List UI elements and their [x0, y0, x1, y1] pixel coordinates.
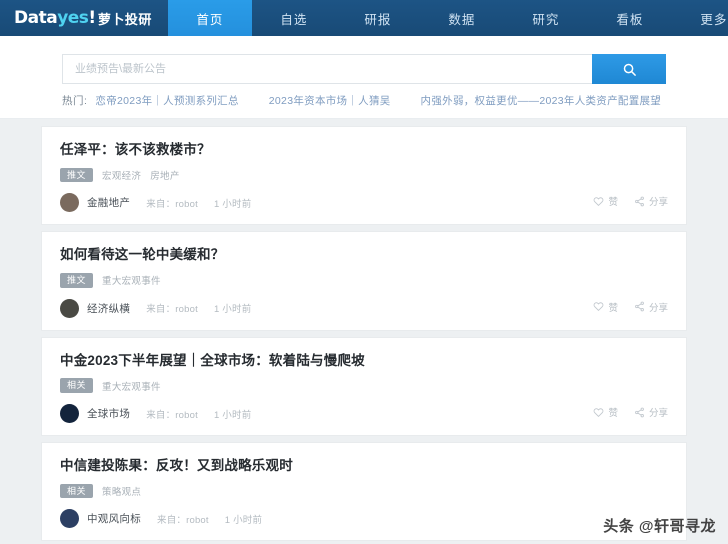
search-input-wrapper[interactable]: [62, 54, 592, 84]
article-timestamp: 1 小时前: [213, 409, 252, 421]
logo-text-data: Data: [14, 8, 58, 28]
nav-item-research[interactable]: 研究: [504, 0, 588, 36]
article-tag-row: 推文 重大宏观事件: [60, 272, 668, 288]
search-panel: 热门: 恋帝2023年｜人预测系列汇总 2023年资本市场｜人猜吴 内强外弱，权…: [0, 36, 728, 119]
share-label: 分享: [648, 197, 668, 209]
article-title[interactable]: 中金2023下半年展望｜全球市场：软着陆与慢爬坡: [60, 352, 668, 370]
hot-search-link-1[interactable]: 恋帝2023年｜人预测系列汇总: [95, 93, 238, 108]
article-source: 来自：robot: [146, 198, 198, 210]
article-actions: 赞 分享: [593, 194, 668, 208]
article-author[interactable]: 经济纵横: [87, 301, 130, 316]
article-meta-row: 经济纵横 来自：robot 1 小时前 赞 分享: [60, 298, 668, 318]
avatar[interactable]: [60, 404, 79, 424]
article-tag[interactable]: 房地产: [150, 168, 179, 182]
top-navigation-bar: Data yes! 萝卜投研 首页 自选 研报 数据 研究 看板 更多: [0, 0, 728, 36]
avatar[interactable]: [60, 298, 79, 318]
nav-item-label: 更多: [700, 12, 728, 27]
article-author[interactable]: 中观风向标: [87, 511, 141, 526]
article-actions: 赞 分享: [593, 405, 668, 419]
logo-text-exclamation: !: [88, 8, 96, 28]
article-source: 来自：robot: [146, 409, 198, 421]
share-label: 分享: [648, 408, 668, 420]
article-timestamp: 1 小时前: [213, 198, 252, 210]
like-label: 赞: [608, 408, 618, 420]
like-button[interactable]: 赞: [593, 405, 618, 419]
nav-item-dashboard[interactable]: 看板: [588, 0, 672, 36]
nav-item-label: 看板: [616, 12, 644, 27]
article-source: 来自：robot: [157, 514, 209, 526]
logo-text-yes: yes: [57, 8, 89, 28]
article-tag[interactable]: 重大宏观事件: [102, 273, 161, 287]
article-actions: 赞 分享: [593, 300, 668, 314]
article-type-badge: 推文: [60, 272, 94, 288]
search-button[interactable]: [592, 54, 666, 84]
nav-item-label: 研报: [364, 12, 392, 27]
nav-item-label: 研究: [532, 12, 560, 27]
hot-search-link-3[interactable]: 内强外弱，权益更优——2023年人类资产配置展望: [421, 93, 662, 108]
article-tag-row: 相关 重大宏观事件: [60, 378, 668, 394]
article-tag[interactable]: 宏观经济: [102, 168, 141, 182]
article-card[interactable]: 中信建投陈果：反攻！又到战略乐观时 相关 策略观点 中观风向标 来自：robot…: [42, 443, 686, 541]
logo-text-chinese: 萝卜投研: [97, 11, 152, 27]
article-title[interactable]: 中信建投陈果：反攻！又到战略乐观时: [60, 457, 668, 475]
article-card[interactable]: 中金2023下半年展望｜全球市场：软着陆与慢爬坡 相关 重大宏观事件 全球市场 …: [42, 337, 686, 436]
nav-item-data[interactable]: 数据: [420, 0, 504, 36]
search-input[interactable]: [73, 62, 592, 76]
nav-item-reports[interactable]: 研报: [336, 0, 420, 36]
like-label: 赞: [608, 197, 618, 209]
nav-item-more[interactable]: 更多: [672, 0, 728, 36]
nav-item-label: 首页: [196, 12, 224, 27]
hot-search-label: 热门:: [62, 95, 88, 107]
article-meta-row: 金融地产 来自：robot 1 小时前 赞 分享: [60, 193, 668, 213]
site-logo[interactable]: Data yes! 萝卜投研: [0, 0, 162, 36]
article-meta-row: 中观风向标 来自：robot 1 小时前: [60, 509, 668, 529]
share-label: 分享: [648, 302, 668, 314]
search-row: [62, 54, 666, 84]
hot-search-row: 热门: 恋帝2023年｜人预测系列汇总 2023年资本市场｜人猜吴 内强外弱，权…: [62, 93, 666, 108]
nav-item-watchlist[interactable]: 自选: [252, 0, 336, 36]
article-tag-row: 推文 宏观经济 房地产: [60, 167, 668, 183]
nav-item-label: 自选: [280, 12, 308, 27]
search-icon: [622, 62, 637, 77]
article-author[interactable]: 全球市场: [87, 406, 130, 421]
article-timestamp: 1 小时前: [224, 514, 263, 526]
app-root: Data yes! 萝卜投研 首页 自选 研报 数据 研究 看板 更多 业绩预告…: [0, 0, 728, 544]
share-icon: [634, 301, 645, 312]
article-title[interactable]: 任泽平：该不该救楼市？: [60, 141, 668, 159]
share-icon: [634, 196, 645, 207]
article-type-badge: 相关: [60, 483, 94, 499]
heart-icon: [593, 301, 604, 312]
heart-icon: [593, 196, 604, 207]
article-tag-row: 相关 策略观点: [60, 483, 668, 499]
like-button[interactable]: 赞: [593, 194, 618, 208]
article-card[interactable]: 任泽平：该不该救楼市？ 推文 宏观经济 房地产 金融地产 来自：robot 1 …: [42, 127, 686, 225]
hot-search-link-2[interactable]: 2023年资本市场｜人猜吴: [269, 93, 391, 108]
article-tag[interactable]: 策略观点: [102, 484, 141, 498]
share-button[interactable]: 分享: [634, 194, 668, 208]
article-card[interactable]: 如何看待这一轮中美缓和？ 推文 重大宏观事件 经济纵横 来自：robot 1 小…: [42, 232, 686, 330]
like-button[interactable]: 赞: [593, 300, 618, 314]
share-button[interactable]: 分享: [634, 300, 668, 314]
nav-item-home[interactable]: 首页: [167, 0, 252, 36]
article-type-badge: 相关: [60, 378, 94, 394]
nav-item-label: 数据: [448, 12, 476, 27]
article-feed: 任泽平：该不该救楼市？ 推文 宏观经济 房地产 金融地产 来自：robot 1 …: [0, 127, 728, 541]
article-title[interactable]: 如何看待这一轮中美缓和？: [60, 246, 668, 264]
article-source: 来自：robot: [146, 304, 198, 316]
article-tag[interactable]: 重大宏观事件: [102, 379, 161, 393]
article-author[interactable]: 金融地产: [87, 195, 130, 210]
nav-item-list: 首页 自选 研报 数据 研究 看板 更多: [167, 0, 728, 36]
share-button[interactable]: 分享: [634, 405, 668, 419]
heart-icon: [593, 407, 604, 418]
avatar[interactable]: [60, 509, 79, 529]
share-icon: [634, 407, 645, 418]
article-type-badge: 推文: [60, 167, 94, 183]
like-label: 赞: [608, 302, 618, 314]
article-meta-row: 全球市场 来自：robot 1 小时前 赞 分享: [60, 404, 668, 424]
avatar[interactable]: [60, 193, 79, 213]
article-timestamp: 1 小时前: [213, 304, 252, 316]
